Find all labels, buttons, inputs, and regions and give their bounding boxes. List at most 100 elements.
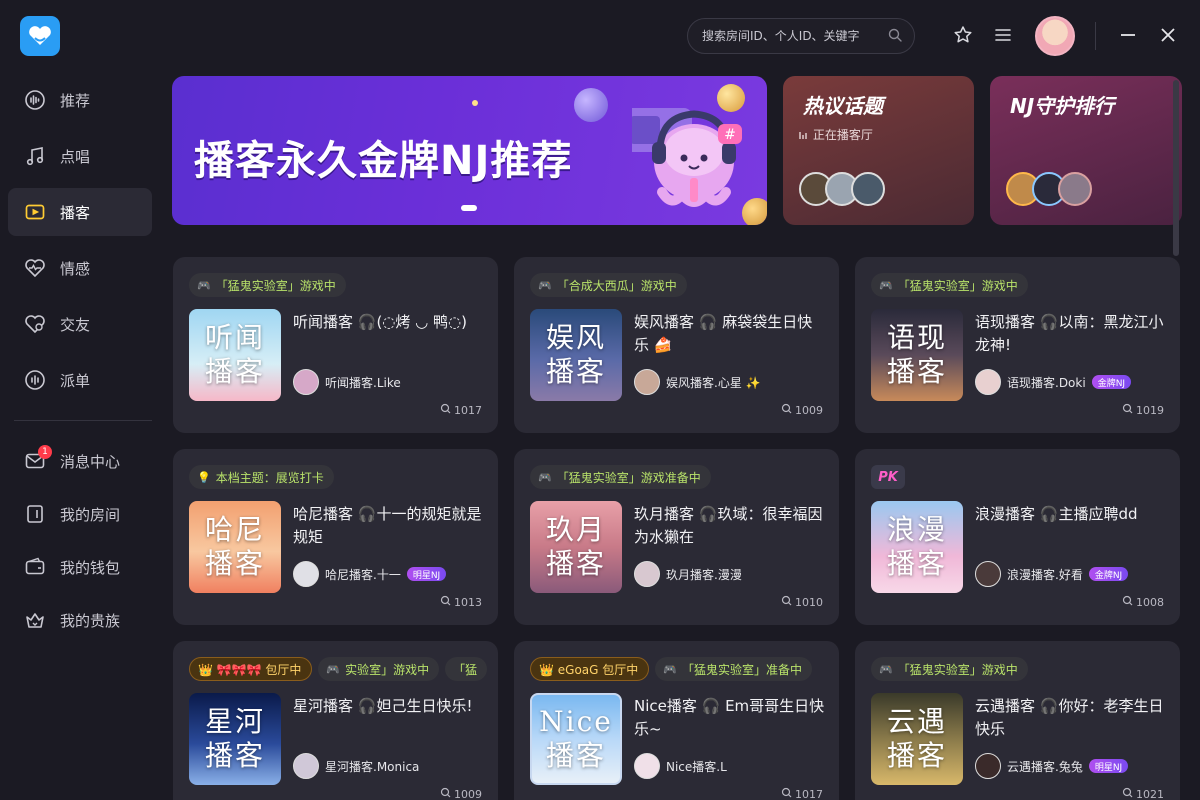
room-tag: 🎮 「猛鬼实验室」准备中 (655, 657, 812, 681)
listeners-icon (1122, 595, 1133, 609)
gamepad-icon: 🎮 (879, 278, 893, 292)
sidebar-item-wallet[interactable]: 我的钱包 (8, 543, 152, 591)
sidebar-item-recommend[interactable]: 推荐 (8, 76, 152, 124)
avatar (293, 753, 319, 779)
sidebar-item-nobility[interactable]: 我的贵族 (8, 596, 152, 644)
room-host: 玖月播客.漫漫 (634, 561, 742, 587)
avatar (293, 561, 319, 587)
user-avatar[interactable] (1035, 16, 1075, 56)
live-bars-icon (799, 128, 813, 142)
listener-count: 1021 (1122, 787, 1164, 800)
sidebar-item-my-room[interactable]: 我的房间 (8, 490, 152, 538)
avatar (975, 753, 1001, 779)
avatar (634, 753, 660, 779)
room-tag: 🎮 「猛鬼实验室」游戏准备中 (530, 465, 711, 489)
door-icon (24, 503, 46, 525)
search-box[interactable] (687, 18, 915, 54)
room-tag: 🎮 「合成大西瓜」游戏中 (530, 273, 687, 297)
sidebar-item-label: 交友 (60, 315, 91, 334)
gamepad-icon: 🎮 (538, 470, 552, 484)
room-cover: 语现 播客 (871, 309, 963, 401)
sidebar-item-messages[interactable]: 1 消息中心 (8, 437, 152, 485)
room-booked-tag: 👑 🎀🎀🎀 包厅中 (189, 657, 313, 681)
gamepad-icon: 🎮 (326, 662, 341, 676)
ranking-avatars (1006, 172, 1092, 208)
room-card[interactable]: 🎮 「猛鬼实验室」游戏准备中 玖月 播客 玖月播客 🎧玖域：很幸福因为水獭在 玖月播… (514, 449, 839, 625)
nj-ranking-card[interactable]: NJ守护排行 (990, 76, 1182, 225)
hero-banner[interactable]: 播客永久金牌NJ推荐 # (172, 76, 767, 225)
room-cover: 玖月 播客 (530, 501, 622, 593)
listeners-icon (781, 595, 792, 609)
room-title: 玖月播客 🎧玖域：很幸福因为水獭在 (634, 505, 823, 546)
room-title: 娱风播客 🎧 麻袋袋生日快乐 🍰 (634, 313, 813, 354)
minimize-icon[interactable] (1117, 24, 1139, 46)
room-card[interactable]: 👑 eGoaG 包厅中 🎮 「猛鬼实验室」准备中 Nice 播客 Nice播客 🎧 … (514, 641, 839, 800)
wallet-icon (24, 556, 46, 578)
hot-topics-title: 热议话题 (803, 94, 883, 118)
listeners-icon (440, 403, 455, 417)
room-cover: 云遇 播客 (871, 693, 963, 785)
listeners-icon (440, 595, 451, 609)
sidebar-item-songs[interactable]: 点唱 (8, 132, 152, 180)
octopus-mascot-icon: # (632, 108, 742, 207)
sidebar-divider (14, 420, 152, 421)
sidebar-item-emotion[interactable]: 情感 (8, 244, 152, 292)
sidebar-item-podcast[interactable]: 播客 (8, 188, 152, 236)
sidebar-item-label: 派单 (60, 371, 91, 390)
room-tag: 「猛 (445, 657, 488, 681)
avatar (1058, 172, 1092, 206)
topic-avatars (799, 172, 885, 208)
sidebar-item-label: 消息中心 (60, 452, 121, 471)
hot-topics-card[interactable]: 热议话题 正在播客厅 (783, 76, 974, 225)
room-card[interactable]: 💡 本档主题：展览打卡 哈尼 播客 哈尼播客 🎧十一的规矩就是规矩 哈尼播客.十一明… (173, 449, 498, 625)
room-booked-tag: 👑 eGoaG 包厅中 (530, 657, 650, 681)
menu-icon[interactable] (992, 24, 1014, 46)
app-logo[interactable] (20, 16, 60, 56)
room-cover: Nice 播客 (530, 693, 622, 785)
room-card[interactable]: 🎮 「猛鬼实验室」游戏中 听闻 播客 听闻播客 🎧(◌烤 ◡ 鸭◌) 听闻播客.Li… (173, 257, 498, 433)
sidebar-item-orders[interactable]: 派单 (8, 356, 152, 404)
room-card[interactable]: 🎮 「猛鬼实验室」游戏中 云遇 播客 云遇播客 🎧你好：老李生日快乐 云遇播客.兔兔… (855, 641, 1180, 800)
sidebar-item-label: 我的贵族 (60, 611, 121, 630)
listener-count: 1008 (1122, 595, 1164, 609)
room-tag: 🎮 实验室」游戏中 (318, 657, 440, 681)
room-tag: 🎮 「猛鬼实验室」游戏中 (189, 273, 346, 297)
room-card[interactable]: 🎮 「猛鬼实验室」游戏中 语现 播客 语现播客 🎧以南：黑龙江小龙神! 语现播客.D… (855, 257, 1180, 433)
room-host: 哈尼播客.十一 明星NJ (293, 561, 447, 587)
search-input[interactable] (702, 29, 888, 43)
room-title: 浪漫播客 🎧主播应聘dd (975, 505, 1138, 523)
listener-count: 1009 (440, 787, 482, 800)
sidebar-item-label: 我的房间 (60, 505, 121, 524)
room-title: 哈尼播客 🎧十一的规矩就是规矩 (293, 505, 482, 546)
gamepad-icon: 🎮 (663, 662, 677, 676)
sidebar-item-friends[interactable]: 交友 (8, 300, 152, 348)
listener-count: 1019 (1122, 403, 1164, 417)
scrollbar[interactable] (1173, 80, 1179, 256)
svg-text:#: # (724, 127, 736, 143)
room-cover: 哈尼 播客 (189, 501, 281, 593)
room-host: Nice播客.L (634, 753, 727, 779)
search-icon[interactable] (888, 27, 902, 46)
room-card[interactable]: PK 浪漫 播客 浪漫播客 🎧主播应聘dd 浪漫播客.好看 金牌NJ 1008 (855, 449, 1180, 625)
room-tag: 🎮 「猛鬼实验室」游戏中 (871, 273, 1028, 297)
star-icon[interactable] (952, 24, 974, 46)
room-host: 星河播客.Monica (293, 753, 419, 779)
sidebar-item-label: 推荐 (60, 91, 91, 110)
room-card[interactable]: 🎮 「合成大西瓜」游戏中 娱风 播客 娱风播客 🎧 麻袋袋生日快乐 🍰 娱风播客.心… (514, 257, 839, 433)
close-icon[interactable] (1157, 24, 1179, 46)
nj-ranking-title: NJ守护排行 (1010, 94, 1115, 118)
heartbeat-icon (24, 257, 46, 279)
listener-count: 1009 (781, 403, 823, 417)
planet-decoration (574, 88, 608, 122)
sidebar-item-label: 我的钱包 (60, 558, 121, 577)
room-card[interactable]: 👑 🎀🎀🎀 包厅中 🎮 实验室」游戏中 「猛 星河 播客 星河播客 🎧妲己生日快乐!… (173, 641, 498, 800)
room-cover: 浪漫 播客 (871, 501, 963, 593)
gamepad-icon: 🎮 (538, 278, 552, 292)
room-tag: 💡 本档主题：展览打卡 (189, 465, 334, 489)
room-host: 听闻播客.Like (293, 369, 401, 395)
listener-count: 1010 (781, 595, 823, 609)
sidebar-item-label: 点唱 (60, 147, 91, 166)
gold-nj-badge: 金牌NJ (1088, 567, 1129, 581)
hot-topics-subtitle: 正在播客厅 (799, 126, 873, 143)
carousel-indicator[interactable] (461, 205, 477, 211)
